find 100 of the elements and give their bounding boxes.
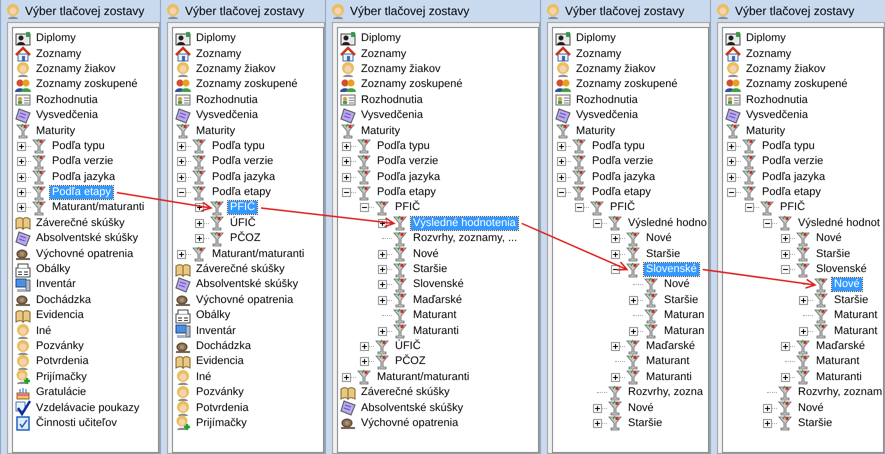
- tree-item[interactable]: Potvrdenia: [34, 355, 91, 368]
- tree-item[interactable]: Zoznamy žiakov: [194, 62, 278, 76]
- expand-button[interactable]: [378, 326, 387, 336]
- expand-button[interactable]: [17, 203, 26, 212]
- tree-item[interactable]: Podľa typu: [210, 140, 267, 153]
- collapse-button[interactable]: [342, 188, 351, 198]
- tree-item[interactable]: Maturant/maturanti: [375, 370, 472, 384]
- tree-item[interactable]: Podľa jazyka: [375, 170, 442, 184]
- tree-item[interactable]: Absolventské skúšky: [194, 278, 300, 292]
- tree-item[interactable]: Podľa jazyka: [50, 170, 118, 184]
- tree-item[interactable]: Maturanti: [411, 324, 461, 338]
- expand-button[interactable]: [557, 142, 566, 151]
- expand-button[interactable]: [17, 172, 26, 182]
- tree-item[interactable]: Podľa jazyka: [590, 170, 658, 184]
- expand-button[interactable]: [611, 342, 620, 351]
- tree-item[interactable]: Zoznamy zoskupené: [34, 78, 140, 92]
- tree-item[interactable]: Staršie: [411, 263, 450, 276]
- tree-item[interactable]: Rozhodnutia: [359, 94, 425, 107]
- tree-item[interactable]: Nové: [796, 402, 826, 415]
- tree-item[interactable]: Výsledné hodnot: [796, 216, 882, 230]
- tree-item[interactable]: Vysvedčenia: [744, 109, 810, 122]
- tree-item[interactable]: Zoznamy žiakov: [744, 62, 828, 76]
- tree-item[interactable]: Výchovné opatrenia: [359, 416, 460, 430]
- tree-item[interactable]: Podľa verzie: [50, 155, 116, 168]
- tree-item[interactable]: Prijímačky: [34, 370, 89, 384]
- tree-item[interactable]: Rozhodnutia: [574, 94, 640, 107]
- tree-item[interactable]: Maďarské: [411, 294, 464, 307]
- tree-item[interactable]: PČOZ: [228, 232, 263, 246]
- collapse-button[interactable]: [557, 188, 566, 198]
- tree-item[interactable]: Maturity: [744, 124, 788, 138]
- tree-item[interactable]: Nové: [644, 232, 674, 246]
- tree-item[interactable]: Diplomy: [574, 32, 618, 46]
- tree-item[interactable]: Prijímačky: [194, 416, 249, 430]
- tree-item[interactable]: Podľa typu: [760, 140, 817, 153]
- tree-item[interactable]: Diplomy: [359, 32, 403, 46]
- tree-item[interactable]: Zoznamy žiakov: [34, 62, 118, 76]
- tree-item[interactable]: Vysvedčenia: [574, 109, 640, 122]
- collapse-button[interactable]: [360, 203, 369, 212]
- tree-item[interactable]: PČOZ: [393, 355, 428, 368]
- tree-item[interactable]: Podľa typu: [590, 140, 647, 153]
- tree-item[interactable]: Dochádzka: [34, 294, 94, 307]
- tree-item[interactable]: Vysvedčenia: [194, 109, 260, 122]
- tree-item[interactable]: Pozvánky: [194, 386, 246, 400]
- tree-item[interactable]: Pozvánky: [34, 340, 86, 353]
- tree-item[interactable]: Podľa etapy: [760, 186, 823, 200]
- tree-item[interactable]: Staršie: [626, 416, 664, 430]
- tree-item[interactable]: Činnosti učiteľov: [34, 416, 119, 430]
- expand-button[interactable]: [781, 234, 790, 244]
- tree-item[interactable]: Rozhodnutia: [744, 94, 810, 107]
- tree-item[interactable]: Staršie: [644, 248, 682, 261]
- expand-button[interactable]: [593, 404, 602, 413]
- expand-button[interactable]: [360, 342, 369, 351]
- collapse-button[interactable]: [575, 203, 584, 212]
- expand-button[interactable]: [763, 418, 772, 428]
- tree-item[interactable]: Maďarské: [814, 340, 867, 353]
- tree-item[interactable]: Dochádzka: [194, 340, 254, 353]
- tree-item[interactable]: Maturity: [359, 124, 402, 138]
- tree-item[interactable]: Zoznamy: [34, 48, 84, 61]
- tree-item[interactable]: Obálky: [194, 309, 232, 322]
- tree-item[interactable]: Zoznamy zoskupené: [359, 78, 464, 92]
- tree-item[interactable]: Slovenské: [814, 263, 869, 276]
- expand-button[interactable]: [378, 280, 387, 290]
- expand-button[interactable]: [17, 157, 26, 166]
- tree-item[interactable]: Záverečné skúšky: [34, 216, 127, 230]
- tree-item[interactable]: Zoznamy zoskupené: [574, 78, 680, 92]
- tree-item[interactable]: Maturant: [644, 355, 692, 368]
- tree-item[interactable]: PFIČ: [608, 201, 638, 214]
- tree-item[interactable]: Diplomy: [194, 32, 238, 46]
- tree-item[interactable]: Zoznamy žiakov: [574, 62, 658, 76]
- collapse-button[interactable]: [593, 218, 602, 228]
- tree-item[interactable]: Podľa verzie: [590, 155, 656, 168]
- tree-item[interactable]: Vysvedčenia: [359, 109, 425, 122]
- tree-item[interactable]: Evidencia: [34, 309, 86, 322]
- tree-item[interactable]: Výchovné opatrenia: [34, 248, 136, 261]
- expand-button[interactable]: [195, 218, 204, 228]
- tree-item[interactable]: Výchovné opatrenia: [194, 294, 296, 307]
- tree-item[interactable]: Diplomy: [34, 32, 78, 46]
- tree-item[interactable]: Maturan: [662, 309, 706, 322]
- expand-button[interactable]: [629, 296, 638, 305]
- tree-item[interactable]: PFIČ: [393, 201, 422, 214]
- expand-button[interactable]: [799, 326, 808, 336]
- tree-item[interactable]: Podľa etapy: [210, 186, 273, 200]
- tree-item[interactable]: Podľa jazyka: [760, 170, 828, 184]
- expand-button[interactable]: [177, 172, 186, 182]
- tree-item[interactable]: Podľa typu: [50, 140, 107, 153]
- tree-item[interactable]: Rozvrhy, zoznamy, ...: [411, 232, 520, 246]
- expand-button[interactable]: [727, 172, 736, 182]
- tree-item[interactable]: Staršie: [814, 248, 852, 261]
- tree-item[interactable]: Maturan: [662, 324, 706, 338]
- tree-item[interactable]: Podľa typu: [375, 140, 432, 153]
- tree-item[interactable]: Zoznamy žiakov: [359, 62, 442, 76]
- tree-item[interactable]: Maturanti: [644, 370, 694, 384]
- expand-button[interactable]: [557, 157, 566, 166]
- tree-item[interactable]: Absolventské skúšky: [34, 232, 140, 246]
- tree-item[interactable]: Maturant/maturanti: [50, 201, 146, 214]
- collapse-button[interactable]: [763, 218, 772, 228]
- collapse-button[interactable]: [177, 188, 186, 198]
- tree-item[interactable]: Maďarské: [644, 340, 697, 353]
- tree-item[interactable]: Zoznamy zoskupené: [744, 78, 850, 92]
- collapse-button[interactable]: [727, 188, 736, 198]
